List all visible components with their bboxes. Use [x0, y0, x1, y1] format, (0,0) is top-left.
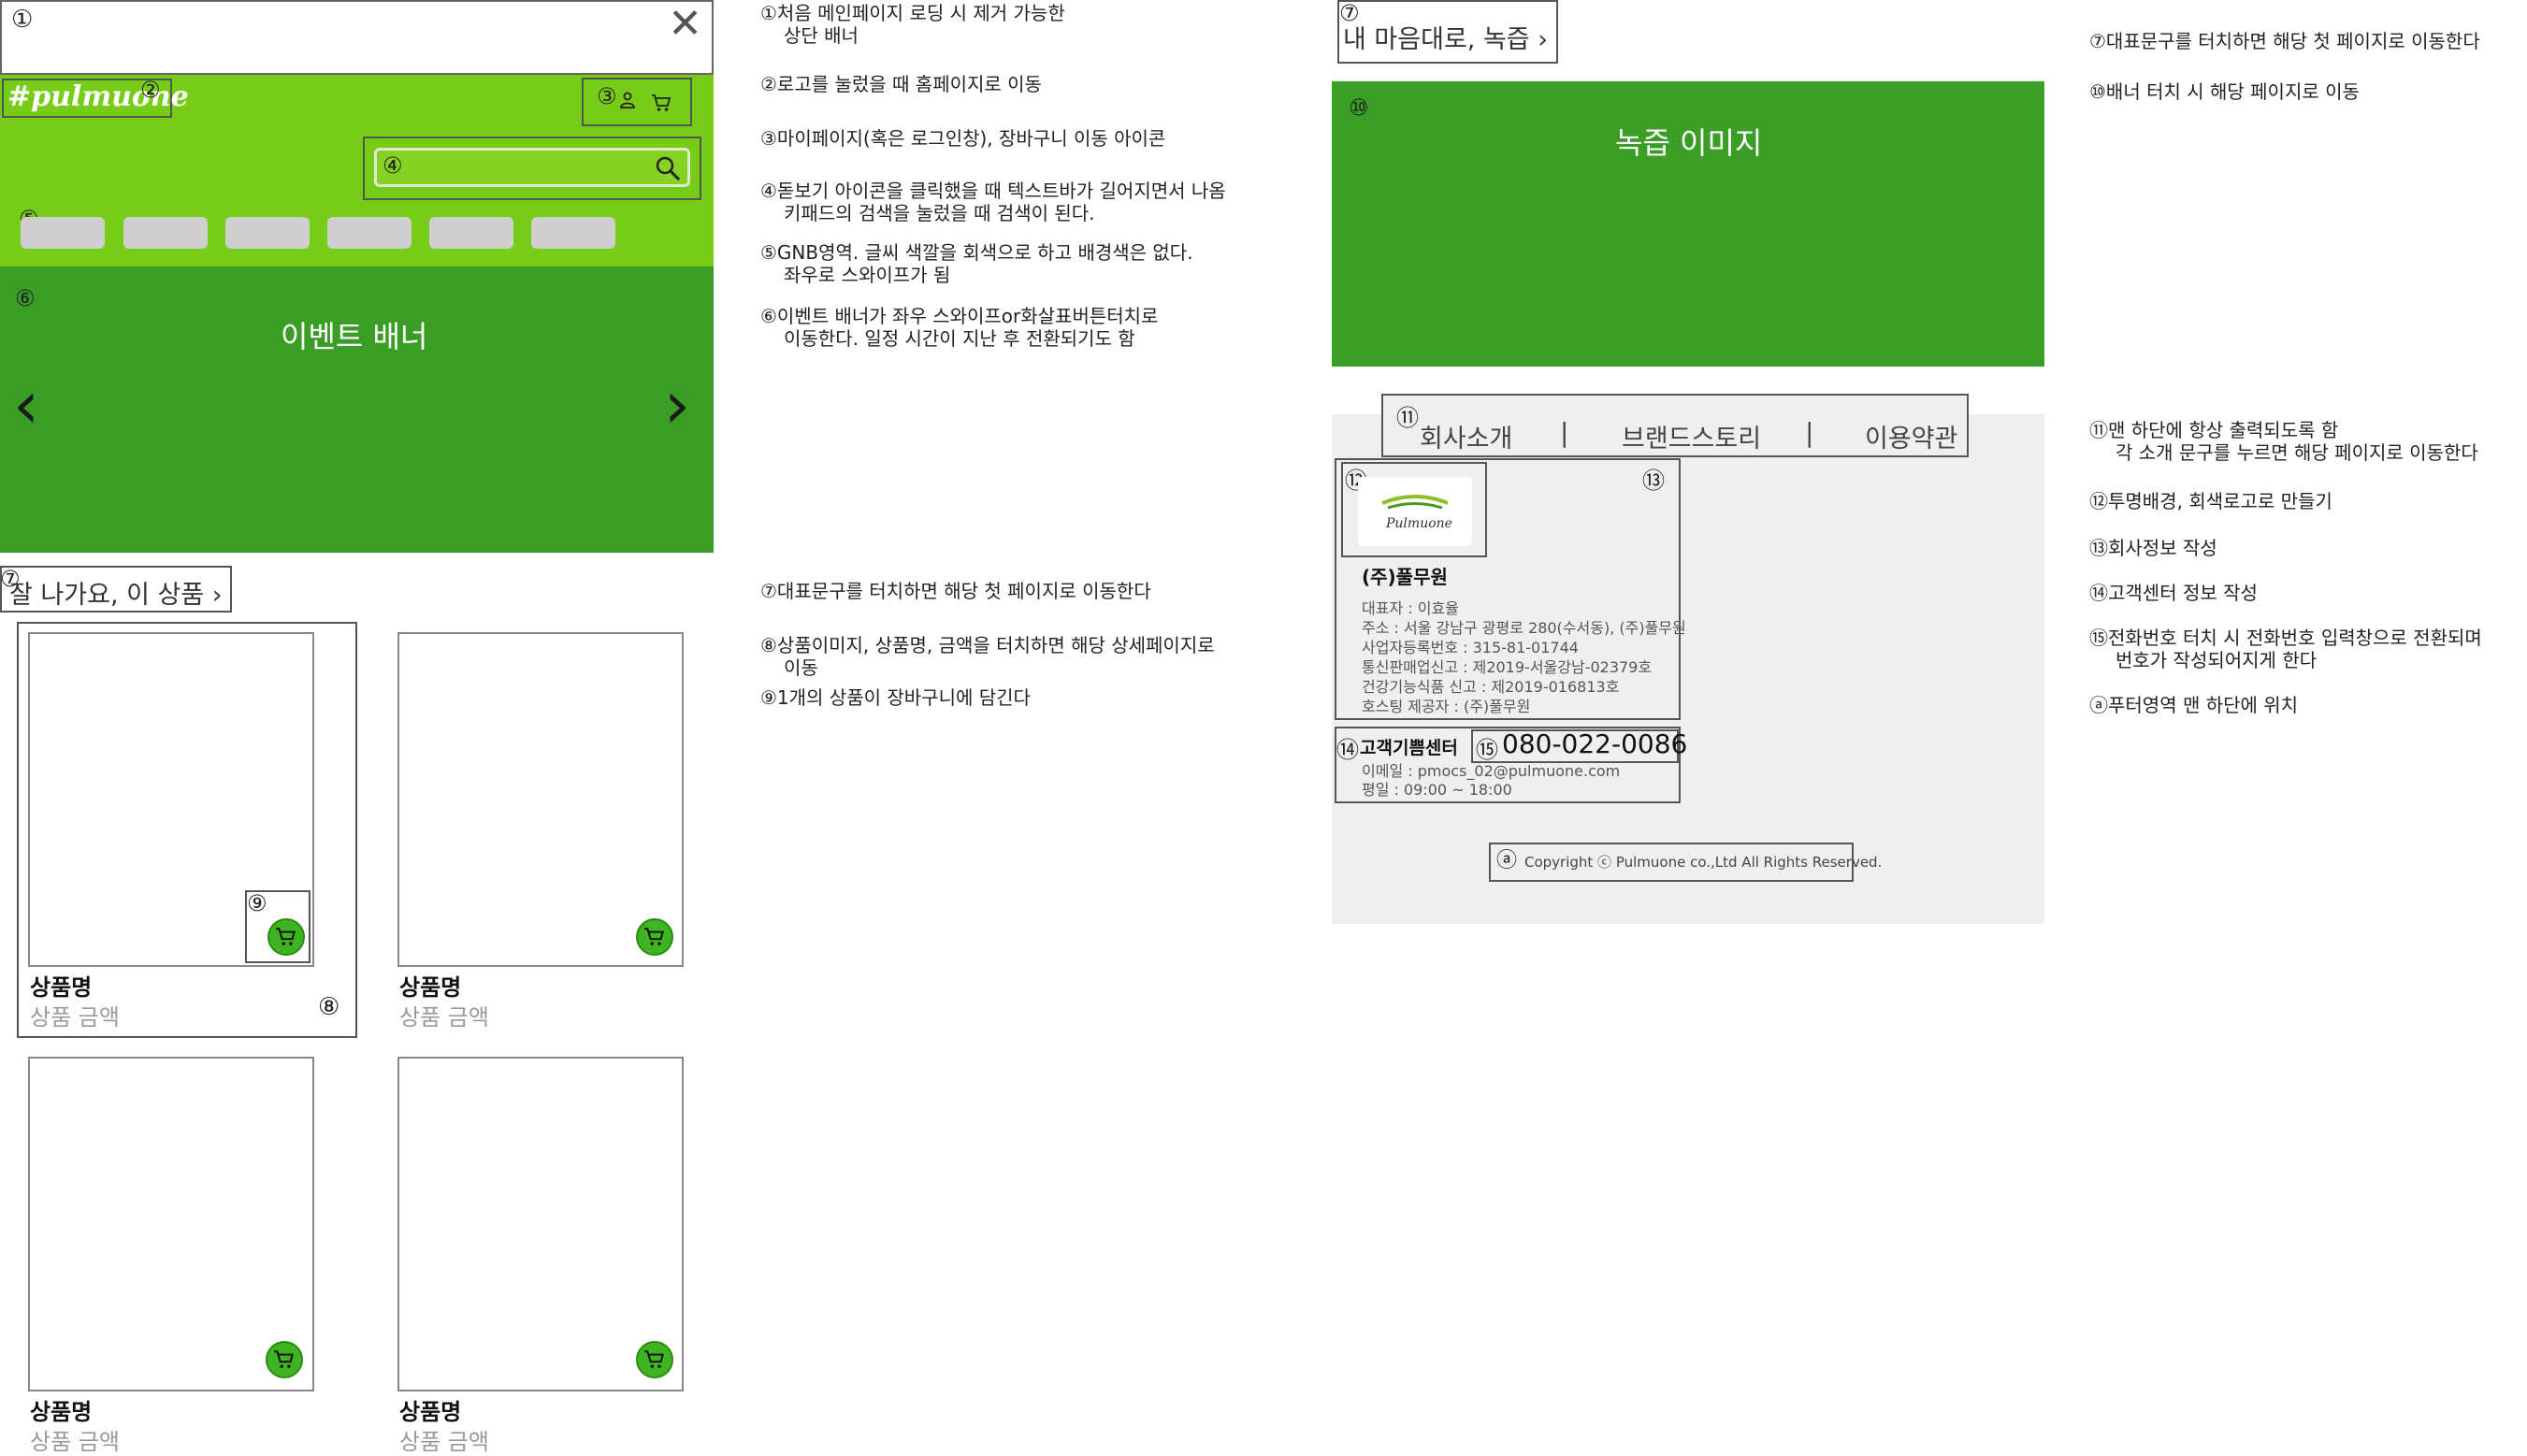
company-detail-line: 통신판매업신고 : 제2019-서울강남-02379호	[1362, 658, 1653, 676]
product-image[interactable]	[28, 1057, 314, 1391]
annotation: ④돋보기 아이콘을 클릭했을 때 텍스트바가 길어지면서 나옴	[760, 180, 1226, 202]
annotation: ⑥이벤트 배너가 좌우 스와이프or화살표버튼터치로	[760, 305, 1159, 327]
footer-link-company[interactable]: 회사소개	[1420, 418, 1512, 454]
product-name[interactable]: 상품명	[30, 1393, 92, 1426]
company-details: 대표자 : 이효율 주소 : 서울 강남구 광평로 280(수서동), (주)풀…	[1362, 598, 1686, 716]
company-detail-line: 주소 : 서울 강남구 광평로 280(수서동), (주)풀무원	[1362, 619, 1686, 637]
gnb-item[interactable]	[225, 217, 310, 249]
footer-separator: |	[1560, 417, 1569, 448]
header-icons: ③	[582, 78, 692, 126]
add-to-cart-button[interactable]	[636, 1341, 673, 1378]
marker-11: ⑪	[1396, 405, 1419, 431]
annotation: 키패드의 검색을 눌렀을 때 검색이 된다.	[784, 202, 1095, 224]
best-section-title[interactable]: 잘 나가요, 이 상품 ›	[9, 574, 223, 611]
user-icon[interactable]	[619, 91, 636, 113]
product-image[interactable]	[397, 632, 684, 967]
cart-icon[interactable]	[651, 93, 671, 117]
footer-logo-text: Pulmuone	[1386, 516, 1452, 531]
marker-a: ⓐ	[1496, 849, 1518, 872]
annotation: 좌우로 스와이프가 됨	[784, 264, 951, 286]
marker-2: ②	[140, 77, 161, 103]
search-input[interactable]	[414, 154, 643, 184]
product-name[interactable]: 상품명	[30, 969, 92, 1002]
product-price[interactable]: 상품 금액	[399, 1423, 489, 1456]
annotation: ⑪맨 하단에 항상 출력되도록 함	[2089, 419, 2339, 441]
annotation: 번호가 작성되어지게 한다	[2115, 649, 2318, 671]
product-image[interactable]	[397, 1057, 684, 1391]
annotation: ⑨1개의 상품이 장바구니에 담긴다	[760, 686, 1031, 709]
footer-separator: |	[1805, 417, 1814, 448]
top-banner[interactable]: ① ✕	[0, 0, 714, 75]
chevron-left-icon[interactable]: ‹	[13, 372, 39, 438]
add-to-cart-button[interactable]	[267, 918, 305, 956]
product-name[interactable]: 상품명	[399, 969, 461, 1002]
company-detail-line: 호스팅 제공자 : (주)풀무원	[1362, 698, 1531, 715]
marker-13: ⑬	[1642, 468, 1665, 494]
event-banner[interactable]: ⑥	[0, 267, 714, 553]
customer-center-details: 이메일 : pmocs_02@pulmuone.com 평일 : 09:00 ~…	[1362, 762, 1620, 800]
nokjup-section-title[interactable]: 내 마음대로, 녹즙 ›	[1343, 19, 1548, 55]
cs-detail-line: 이메일 : pmocs_02@pulmuone.com	[1362, 762, 1621, 780]
search-bar[interactable]: ④	[374, 148, 690, 187]
footer-link-brandstory[interactable]: 브랜드스토리	[1622, 418, 1761, 454]
annotation: ①처음 메인페이지 로딩 시 제거 가능한	[760, 2, 1065, 24]
annotation: ⑧상품이미지, 상품명, 금액을 터치하면 해당 상세페이지로	[760, 634, 1215, 656]
annotation: 이동	[784, 656, 818, 679]
add-to-cart-button[interactable]	[266, 1341, 303, 1378]
annotation: ②로고를 눌렀을 때 홈페이지로 이동	[760, 73, 1042, 95]
gnb-item[interactable]	[429, 217, 513, 249]
annotation: 각 소개 문구를 누르면 해당 페이지로 이동한다	[2115, 441, 2478, 464]
marker-10: ⑩	[1349, 94, 1369, 121]
chevron-right-icon[interactable]: ›	[664, 372, 690, 438]
search-icon[interactable]	[654, 154, 682, 186]
annotation: ⑤GNB영역. 글씨 색깔을 회색으로 하고 배경색은 없다.	[760, 241, 1193, 264]
annotation: ③마이페이지(혹은 로그인창), 장바구니 이동 아이콘	[760, 127, 1166, 150]
company-detail-line: 사업자등록번호 : 315-81-01744	[1362, 639, 1579, 656]
marker-3: ③	[597, 83, 617, 109]
copyright: Copyright ⓒ Pulmuone co.,Ltd All Rights …	[1524, 854, 1883, 871]
gnb-item[interactable]	[531, 217, 615, 249]
marker-8: ⑧	[318, 993, 340, 1021]
annotation: 상단 배너	[784, 24, 859, 47]
customer-center-title: 고객기쁨센터	[1360, 738, 1458, 758]
close-icon[interactable]: ✕	[668, 4, 702, 45]
marker-1: ①	[11, 6, 34, 34]
annotation: ⑫투명배경, 회색로고로 만들기	[2089, 490, 2332, 512]
marker-4: ④	[383, 152, 403, 179]
marker-14: ⑭	[1336, 737, 1359, 763]
annotation: ⑭고객센터 정보 작성	[2089, 582, 2258, 604]
gnb-item[interactable]	[327, 217, 412, 249]
annotation: ⑬회사정보 작성	[2089, 537, 2217, 559]
marker-15: ⑮	[1476, 737, 1498, 763]
event-banner-title: 이벤트 배너	[281, 319, 428, 354]
product-price[interactable]: 상품 금액	[30, 1423, 120, 1456]
product-price[interactable]: 상품 금액	[30, 999, 120, 1031]
nokjup-banner-label: 녹즙 이미지	[1615, 125, 1763, 161]
company-detail-line: 건강기능식품 신고 : 제2019-016813호	[1362, 678, 1620, 696]
gnb-item[interactable]	[21, 217, 105, 249]
company-detail-line: 대표자 : 이효율	[1362, 599, 1459, 617]
cs-detail-line: 평일 : 09:00 ~ 18:00	[1362, 781, 1512, 799]
marker-6: ⑥	[15, 285, 36, 311]
annotation: ⓐ푸터영역 맨 하단에 위치	[2089, 694, 2299, 716]
annotation: ⑩배너 터치 시 해당 페이지로 이동	[2089, 80, 2360, 103]
footer-logo: Pulmuone	[1358, 477, 1472, 546]
phone-number[interactable]: 080-022-0086	[1502, 728, 1687, 759]
annotation: ⑮전화번호 터치 시 전화번호 입력창으로 전환되며	[2089, 627, 2482, 649]
logo[interactable]: #pulmuone	[7, 80, 189, 113]
annotation: ⑦대표문구를 터치하면 해당 첫 페이지로 이동한다	[760, 580, 1151, 602]
annotation: ⑦대표문구를 터치하면 해당 첫 페이지로 이동한다	[2089, 30, 2480, 52]
product-name[interactable]: 상품명	[399, 1393, 461, 1426]
company-name: (주)풀무원	[1362, 566, 1448, 588]
add-to-cart-button[interactable]	[636, 918, 673, 956]
annotation: 이동한다. 일정 시간이 지난 후 전환되기도 함	[784, 327, 1135, 350]
marker-9: ⑨	[247, 890, 267, 916]
footer-link-terms[interactable]: 이용약관	[1865, 418, 1957, 454]
product-price[interactable]: 상품 금액	[399, 999, 489, 1031]
gnb-item[interactable]	[123, 217, 208, 249]
marker-7: ⑦	[0, 566, 21, 592]
